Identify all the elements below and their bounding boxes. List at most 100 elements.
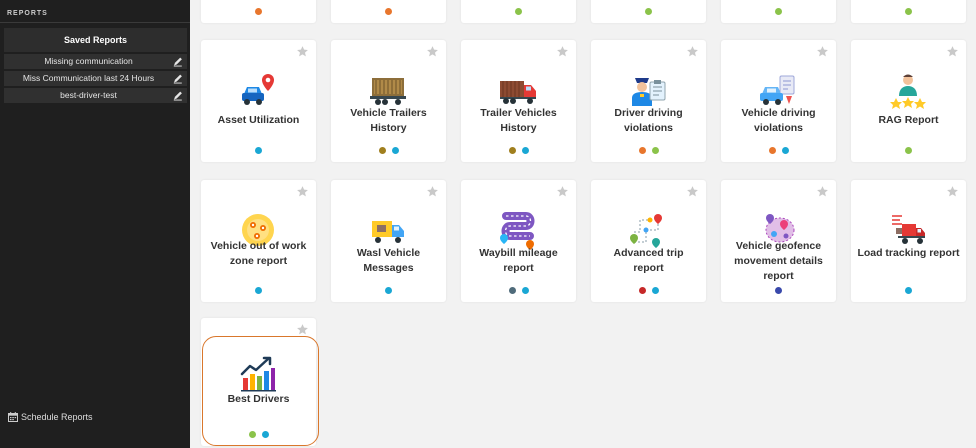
favorite-star-icon[interactable]: [296, 45, 309, 58]
report-tags: [331, 147, 446, 154]
tag-dot: [521, 147, 529, 154]
report-title: Vehicle driving violations: [741, 107, 816, 134]
edit-icon[interactable]: [173, 73, 183, 84]
favorite-star-icon[interactable]: [426, 185, 439, 198]
report-card[interactable]: [201, 0, 316, 23]
reports-grid: Asset Utilization Vehicle Trailers Histor…: [190, 0, 976, 448]
report-card[interactable]: Vehicle geofence movement details report: [721, 180, 836, 302]
tag-dot: [781, 147, 789, 154]
report-card[interactable]: Wasl Vehicle Messages: [331, 180, 446, 302]
report-card[interactable]: Vehicle Trailers History: [331, 40, 446, 162]
tag-dot: [255, 8, 262, 15]
tag-dot: [905, 8, 912, 15]
report-tags: [331, 287, 446, 294]
tag-dot: [515, 8, 522, 15]
tag-dot: [638, 147, 646, 154]
favorite-star-icon[interactable]: [556, 185, 569, 198]
report-card[interactable]: Advanced trip report: [591, 180, 706, 302]
tag-dot: [775, 287, 782, 294]
report-card[interactable]: Trailer Vehicles History: [461, 40, 576, 162]
tag-dot: [645, 8, 652, 15]
report-tags: [591, 8, 706, 15]
saved-report-label: Miss Communication last 24 Hours: [22, 73, 155, 83]
rating-icon: [888, 70, 928, 110]
edit-icon[interactable]: [173, 56, 183, 67]
tag-dot: [255, 147, 262, 154]
report-title: Vehicle out of work zone report: [210, 240, 307, 267]
report-title: RAG Report: [878, 114, 939, 126]
route-icon: [628, 210, 668, 250]
report-card[interactable]: Load tracking report: [851, 180, 966, 302]
saved-report-label: best-driver-test: [60, 90, 117, 100]
report-card[interactable]: Asset Utilization: [201, 40, 316, 162]
favorite-star-icon[interactable]: [686, 45, 699, 58]
edit-icon[interactable]: [173, 90, 183, 101]
tag-dot: [248, 431, 256, 438]
report-card[interactable]: [461, 0, 576, 23]
violation-car-icon: [758, 70, 798, 110]
saved-report-item[interactable]: Miss Communication last 24 Hours: [4, 71, 187, 86]
report-title: Load tracking report: [857, 247, 960, 259]
report-card[interactable]: Vehicle out of work zone report: [201, 180, 316, 302]
tag-dot: [261, 431, 269, 438]
saved-reports-title[interactable]: Saved Reports: [4, 28, 187, 52]
tag-dot: [651, 147, 659, 154]
report-tags: [201, 431, 316, 438]
favorite-star-icon[interactable]: [296, 323, 309, 336]
report-card[interactable]: [591, 0, 706, 23]
tag-dot: [391, 147, 399, 154]
report-card[interactable]: Vehicle driving violations: [721, 40, 836, 162]
report-tags: [201, 147, 316, 154]
saved-report-label: Missing communication: [44, 56, 133, 66]
delivery-truck-icon: [368, 210, 408, 250]
favorite-star-icon[interactable]: [556, 45, 569, 58]
tag-dot: [651, 287, 659, 294]
tag-dot: [905, 287, 912, 294]
report-tags: [591, 147, 706, 154]
road-icon: [498, 210, 538, 250]
report-tags: [851, 8, 966, 15]
tag-dot: [508, 287, 516, 294]
report-card[interactable]: Waybill mileage report: [461, 180, 576, 302]
favorite-star-icon[interactable]: [426, 45, 439, 58]
report-tags: [591, 287, 706, 294]
tag-dot: [905, 147, 912, 154]
report-title: Vehicle geofence movement details report: [734, 240, 823, 282]
report-tags: [851, 147, 966, 154]
schedule-reports-label: Schedule Reports: [21, 412, 93, 422]
load-truck-icon: [888, 210, 928, 250]
sidebar: REPORTS Saved Reports Missing communicat…: [0, 0, 190, 448]
report-card[interactable]: Best Drivers: [201, 318, 316, 446]
tag-dot: [378, 147, 386, 154]
calendar-icon: [8, 412, 18, 422]
saved-report-item[interactable]: best-driver-test: [4, 88, 187, 103]
report-tags: [461, 287, 576, 294]
report-tags: [721, 287, 836, 294]
tag-dot: [385, 8, 392, 15]
schedule-reports-link[interactable]: Schedule Reports: [8, 412, 93, 422]
saved-report-item[interactable]: Missing communication: [4, 54, 187, 69]
report-title: Vehicle Trailers History: [350, 107, 427, 134]
favorite-star-icon[interactable]: [296, 185, 309, 198]
report-card[interactable]: Driver driving violations: [591, 40, 706, 162]
report-card[interactable]: RAG Report: [851, 40, 966, 162]
favorite-star-icon[interactable]: [816, 45, 829, 58]
favorite-star-icon[interactable]: [686, 185, 699, 198]
report-title: Best Drivers: [227, 393, 290, 405]
favorite-star-icon[interactable]: [946, 45, 959, 58]
tag-dot: [508, 147, 516, 154]
favorite-star-icon[interactable]: [816, 185, 829, 198]
report-tags: [331, 8, 446, 15]
report-tags: [721, 8, 836, 15]
report-tags: [461, 147, 576, 154]
report-card[interactable]: [331, 0, 446, 23]
report-card[interactable]: [851, 0, 966, 23]
sidebar-header: REPORTS: [7, 10, 48, 17]
report-tags: [851, 287, 966, 294]
report-card[interactable]: [721, 0, 836, 23]
tag-dot: [638, 287, 646, 294]
tag-dot: [775, 8, 782, 15]
trailer-icon: [368, 70, 408, 110]
report-title: Wasl Vehicle Messages: [356, 247, 421, 274]
favorite-star-icon[interactable]: [946, 185, 959, 198]
